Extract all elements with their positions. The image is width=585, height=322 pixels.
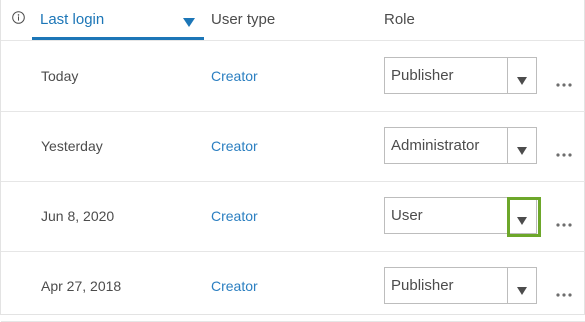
role-select[interactable]: Administrator [384, 127, 537, 164]
more-options-icon[interactable] [556, 284, 572, 297]
select-divider [507, 268, 508, 303]
role-select-value: User [391, 207, 423, 224]
users-table: Last login User type Role Today Creator … [0, 0, 585, 322]
column-header-user-type[interactable]: User type [211, 10, 275, 30]
role-select-value: Publisher [391, 277, 454, 294]
role-select-value: Administrator [391, 137, 480, 154]
role-select-value: Publisher [391, 67, 454, 84]
select-divider [507, 58, 508, 93]
more-options-icon[interactable] [556, 74, 572, 87]
user-type-link[interactable]: Creator [211, 67, 258, 85]
more-options-icon[interactable] [556, 214, 572, 227]
table-row: Today Creator Publisher [1, 41, 585, 112]
sort-descending-icon[interactable] [183, 14, 195, 27]
role-select[interactable]: Publisher [384, 57, 537, 94]
last-login-cell: Apr 27, 2018 [41, 278, 122, 294]
chevron-down-icon[interactable] [517, 282, 527, 295]
chevron-down-icon[interactable] [517, 72, 527, 85]
user-type-link[interactable]: Creator [211, 207, 258, 225]
last-login-cell: Today [41, 68, 79, 84]
info-icon[interactable] [12, 11, 25, 24]
last-login-cell: Yesterday [41, 138, 103, 154]
column-header-last-login[interactable]: Last login [40, 10, 104, 30]
table-row: Apr 27, 2018 Creator Publisher [1, 251, 585, 322]
table-header: Last login User type Role [1, 0, 585, 41]
active-sort-indicator [32, 37, 204, 40]
role-select[interactable]: Publisher [384, 267, 537, 304]
user-type-link[interactable]: Creator [211, 137, 258, 155]
table-row: Yesterday Creator Administrator [1, 111, 585, 182]
column-header-role[interactable]: Role [384, 10, 415, 30]
user-type-link[interactable]: Creator [211, 277, 258, 295]
select-divider [507, 128, 508, 163]
focus-highlight-box [507, 197, 541, 237]
last-login-cell: Jun 8, 2020 [41, 208, 115, 224]
table-row: Jun 8, 2020 Creator User [1, 181, 585, 252]
more-options-icon[interactable] [556, 144, 572, 157]
chevron-down-icon[interactable] [517, 142, 527, 155]
